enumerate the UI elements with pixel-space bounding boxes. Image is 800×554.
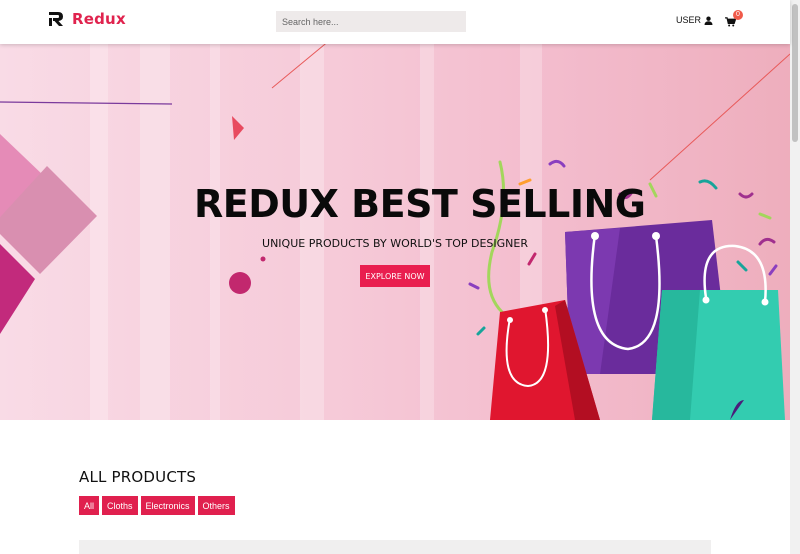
all-products-heading: ALL PRODUCTS [79,468,197,486]
user-label: USER [676,15,702,25]
search-input[interactable] [276,11,466,32]
filter-cloths-button[interactable]: Cloths [102,496,138,515]
page-scrollbar[interactable] [790,0,800,554]
top-navbar: Redux USER 0 [0,0,790,44]
filter-electronics-button[interactable]: Electronics [140,496,195,515]
redux-logo-icon [49,12,63,26]
explore-now-button[interactable]: EXPLORE NOW [360,265,430,287]
filter-others-button[interactable]: Others [197,496,235,515]
brand-name: Redux [72,10,126,28]
diamond-decoration [0,134,97,334]
product-grid [79,540,711,554]
user-menu[interactable]: USER [676,15,713,25]
hero-subtitle: UNIQUE PRODUCTS BY WORLD'S TOP DESIGNER [262,237,528,250]
user-icon [704,16,713,25]
category-filters: All Cloths Electronics Others [79,496,238,515]
brand-logo[interactable]: Redux [48,10,126,28]
hero-banner: REDUX BEST SELLING UNIQUE PRODUCTS BY WO… [0,44,790,420]
scrollbar-thumb[interactable] [792,4,798,142]
hero-title: REDUX BEST SELLING [194,182,646,226]
cart-count-badge: 0 [733,10,743,20]
filter-all-button[interactable]: All [79,496,100,515]
hero-illustration [0,44,790,420]
